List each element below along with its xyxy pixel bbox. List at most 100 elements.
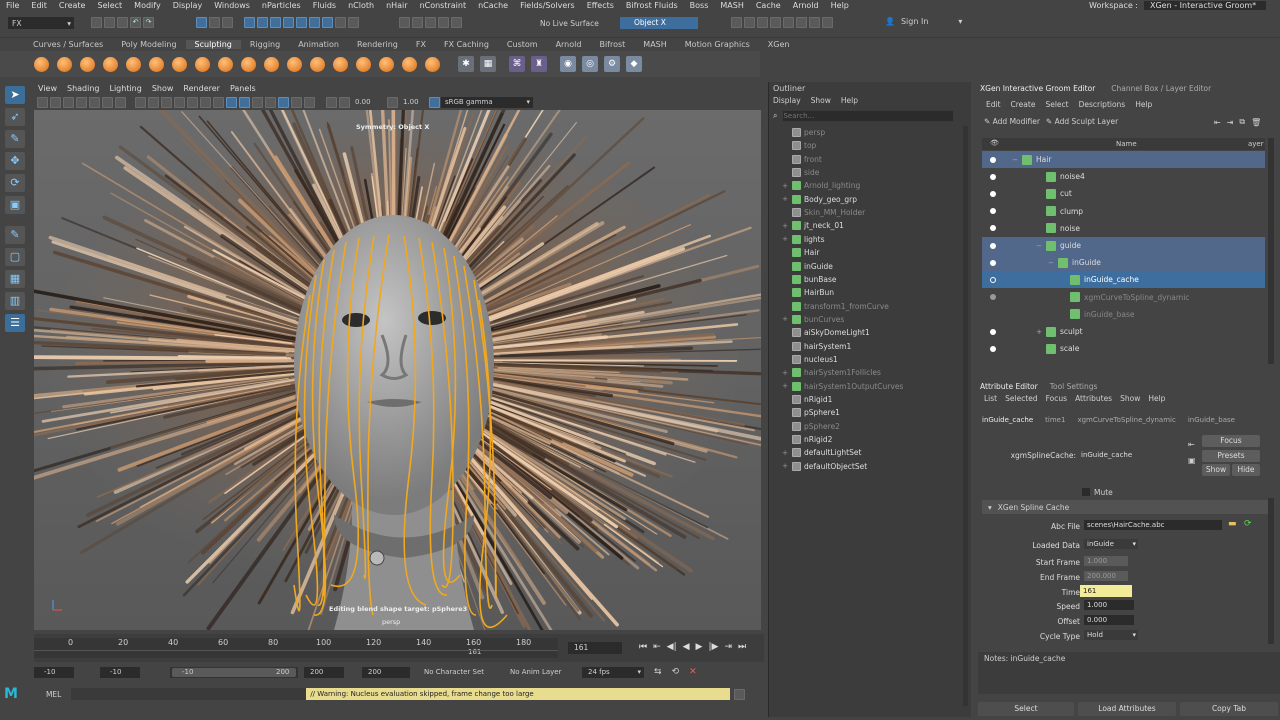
spray-brush-icon[interactable]	[195, 56, 210, 72]
outliner-item[interactable]: nRigid1	[769, 393, 959, 406]
snap-point-icon[interactable]	[425, 17, 436, 28]
menu-display[interactable]: Display	[167, 1, 209, 10]
outliner-scrollbar[interactable]	[963, 126, 968, 706]
menu-select[interactable]: Select	[91, 1, 128, 10]
render-view-icon[interactable]	[783, 17, 794, 28]
save-scene-icon[interactable]	[117, 17, 128, 28]
sculpt-brush-icon[interactable]	[34, 56, 49, 72]
outliner-item[interactable]: pSphere1	[769, 406, 959, 419]
ae-menu-list[interactable]: List	[984, 394, 997, 403]
visibility-toggle[interactable]	[990, 208, 996, 215]
render-settings-icon[interactable]	[757, 17, 768, 28]
shelf-tab-rigging[interactable]: Rigging	[241, 40, 289, 49]
bookmark-icon[interactable]	[63, 96, 74, 108]
menu-windows[interactable]: Windows	[208, 1, 256, 10]
camera-select-icon[interactable]	[37, 96, 48, 108]
outliner-item[interactable]: hairSystem1	[769, 340, 959, 353]
node-tab-inguide-cache[interactable]: inGuide_cache	[982, 416, 1033, 424]
go-to-end-icon[interactable]: ⏭	[738, 642, 746, 652]
menu-boss[interactable]: Boss	[684, 1, 715, 10]
outliner-menu-display[interactable]: Display	[773, 96, 801, 105]
shelf-tab-poly-modeling[interactable]: Poly Modeling	[112, 40, 185, 49]
tab-attribute-editor[interactable]: Attribute Editor	[980, 382, 1038, 391]
abc-file-field[interactable]: scenes\HairCache.abc	[1084, 520, 1222, 530]
menu-fields-solvers[interactable]: Fields/Solvers	[514, 1, 581, 10]
range-start-field[interactable]: -10	[34, 666, 74, 678]
viewport-menu-shading[interactable]: Shading	[62, 84, 105, 95]
mask-icon[interactable]: ▦	[480, 56, 496, 72]
exposure-field[interactable]: 0.00	[355, 98, 377, 106]
node-tab-curve-to-spline[interactable]: xgmCurveToSpline_dynamic	[1077, 416, 1175, 424]
outliner-item[interactable]: + lights	[769, 233, 959, 246]
symmetry-dropdown[interactable]: Object X	[620, 17, 698, 29]
notes-area[interactable]: Notes: inGuide_cache	[978, 652, 1280, 694]
shelf-tab-bifrost[interactable]: Bifrost	[590, 40, 634, 49]
gamma-field[interactable]: 1.00	[403, 98, 425, 106]
expand-toggle[interactable]: +	[781, 315, 789, 323]
script-language-toggle[interactable]: MEL	[46, 690, 61, 699]
grab-brush-icon[interactable]	[103, 56, 118, 72]
expand-toggle[interactable]: −	[1004, 242, 1042, 250]
ae-scrollbar[interactable]	[1268, 498, 1274, 644]
expand-toggle[interactable]: +	[781, 235, 789, 243]
outliner-item[interactable]: HairBun	[769, 286, 959, 299]
bulge-brush-icon[interactable]	[379, 56, 394, 72]
xgen-tree-row[interactable]: clump	[982, 203, 1265, 220]
xgen-tree-row[interactable]: inGuide_cache	[982, 271, 1265, 289]
sculpt-geometry-icon[interactable]: ◉	[560, 56, 576, 72]
time-slider-track[interactable]: 0 20 40 60 80 100 120 140 160 180 161	[34, 638, 558, 658]
anim-layer-dropdown[interactable]: No Anim Layer	[510, 667, 570, 678]
xgen-tree-row[interactable]: − guide	[982, 237, 1265, 254]
reload-icon[interactable]: ⟳	[1244, 519, 1252, 529]
command-input[interactable]	[71, 688, 307, 700]
blend-shape-icon[interactable]: ⌘	[509, 56, 525, 72]
menu-help[interactable]: Help	[825, 1, 855, 10]
use-all-lights-icon[interactable]	[200, 96, 211, 108]
outliner-item[interactable]: side	[769, 166, 959, 179]
expand-toggle[interactable]: +	[1004, 328, 1042, 336]
hypershade-icon[interactable]	[770, 17, 781, 28]
play-backward-icon[interactable]: ◀	[683, 642, 690, 652]
live-surface-field[interactable]: No Live Surface	[540, 17, 599, 29]
sign-in[interactable]: 👤 Sign In ▾	[885, 17, 962, 26]
imprint-brush-icon[interactable]	[241, 56, 256, 72]
outliner-item[interactable]: nucleus1	[769, 353, 959, 366]
outliner-item[interactable]: + defaultLightSet	[769, 446, 959, 459]
xgen-menu-create[interactable]: Create	[1011, 100, 1036, 109]
shelf-tab-curves-surfaces[interactable]: Curves / Surfaces	[24, 40, 112, 49]
add-modifier-button[interactable]: ✎ Add Modifier	[984, 117, 1040, 126]
shelf-tab-xgen[interactable]: XGen	[759, 40, 799, 49]
xgen-menu-edit[interactable]: Edit	[986, 100, 1001, 109]
sculpt-settings-icon[interactable]: ◎	[582, 56, 598, 72]
xgen-tree-row[interactable]: cut	[982, 185, 1265, 202]
focus-icon[interactable]: ⇤	[1188, 440, 1195, 449]
add-sculpt-layer-button[interactable]: ✎ Add Sculpt Layer	[1046, 117, 1118, 126]
ae-menu-show[interactable]: Show	[1120, 394, 1140, 403]
outliner-item[interactable]: pSphere2	[769, 420, 959, 433]
menu-create[interactable]: Create	[53, 1, 92, 10]
cycle-type-dropdown[interactable]: Hold ▾	[1084, 630, 1138, 640]
shelf-tab-mash[interactable]: MASH	[634, 40, 675, 49]
select-rendering-icon[interactable]	[322, 17, 333, 28]
step-forward-frame-icon[interactable]: |▶	[708, 642, 718, 652]
ae-menu-selected[interactable]: Selected	[1005, 394, 1038, 403]
expand-toggle[interactable]: +	[781, 222, 789, 230]
time-slider[interactable]: 0 20 40 60 80 100 120 140 160 180 161 16…	[34, 634, 764, 662]
outliner-item[interactable]: + Arnold_lighting	[769, 179, 959, 192]
workspace-dropdown[interactable]: XGen - Interactive Groom*	[1144, 1, 1266, 10]
trash-icon[interactable]: 🗑	[1251, 118, 1261, 127]
go-to-start-icon[interactable]: ⏮	[639, 642, 647, 652]
move-tool-icon[interactable]: ✥	[5, 152, 25, 170]
default-material-icon[interactable]	[161, 96, 172, 108]
anim-preferences-icon[interactable]: ✕	[689, 667, 697, 677]
menu-mash[interactable]: MASH	[714, 1, 749, 10]
presets-button[interactable]: Presets	[1202, 450, 1260, 462]
shadows-icon[interactable]	[213, 96, 224, 108]
select-handle-icon[interactable]	[244, 17, 255, 28]
rotate-tool-icon[interactable]: ⟳	[5, 174, 25, 192]
select-by-object-icon[interactable]	[209, 17, 220, 28]
select-surface-icon[interactable]	[283, 17, 294, 28]
view-transform-dropdown[interactable]: sRGB gamma ▾	[441, 96, 533, 108]
load-attributes-button[interactable]: Load Attributes	[1078, 702, 1176, 716]
menu-fluids[interactable]: Fluids	[307, 1, 342, 10]
